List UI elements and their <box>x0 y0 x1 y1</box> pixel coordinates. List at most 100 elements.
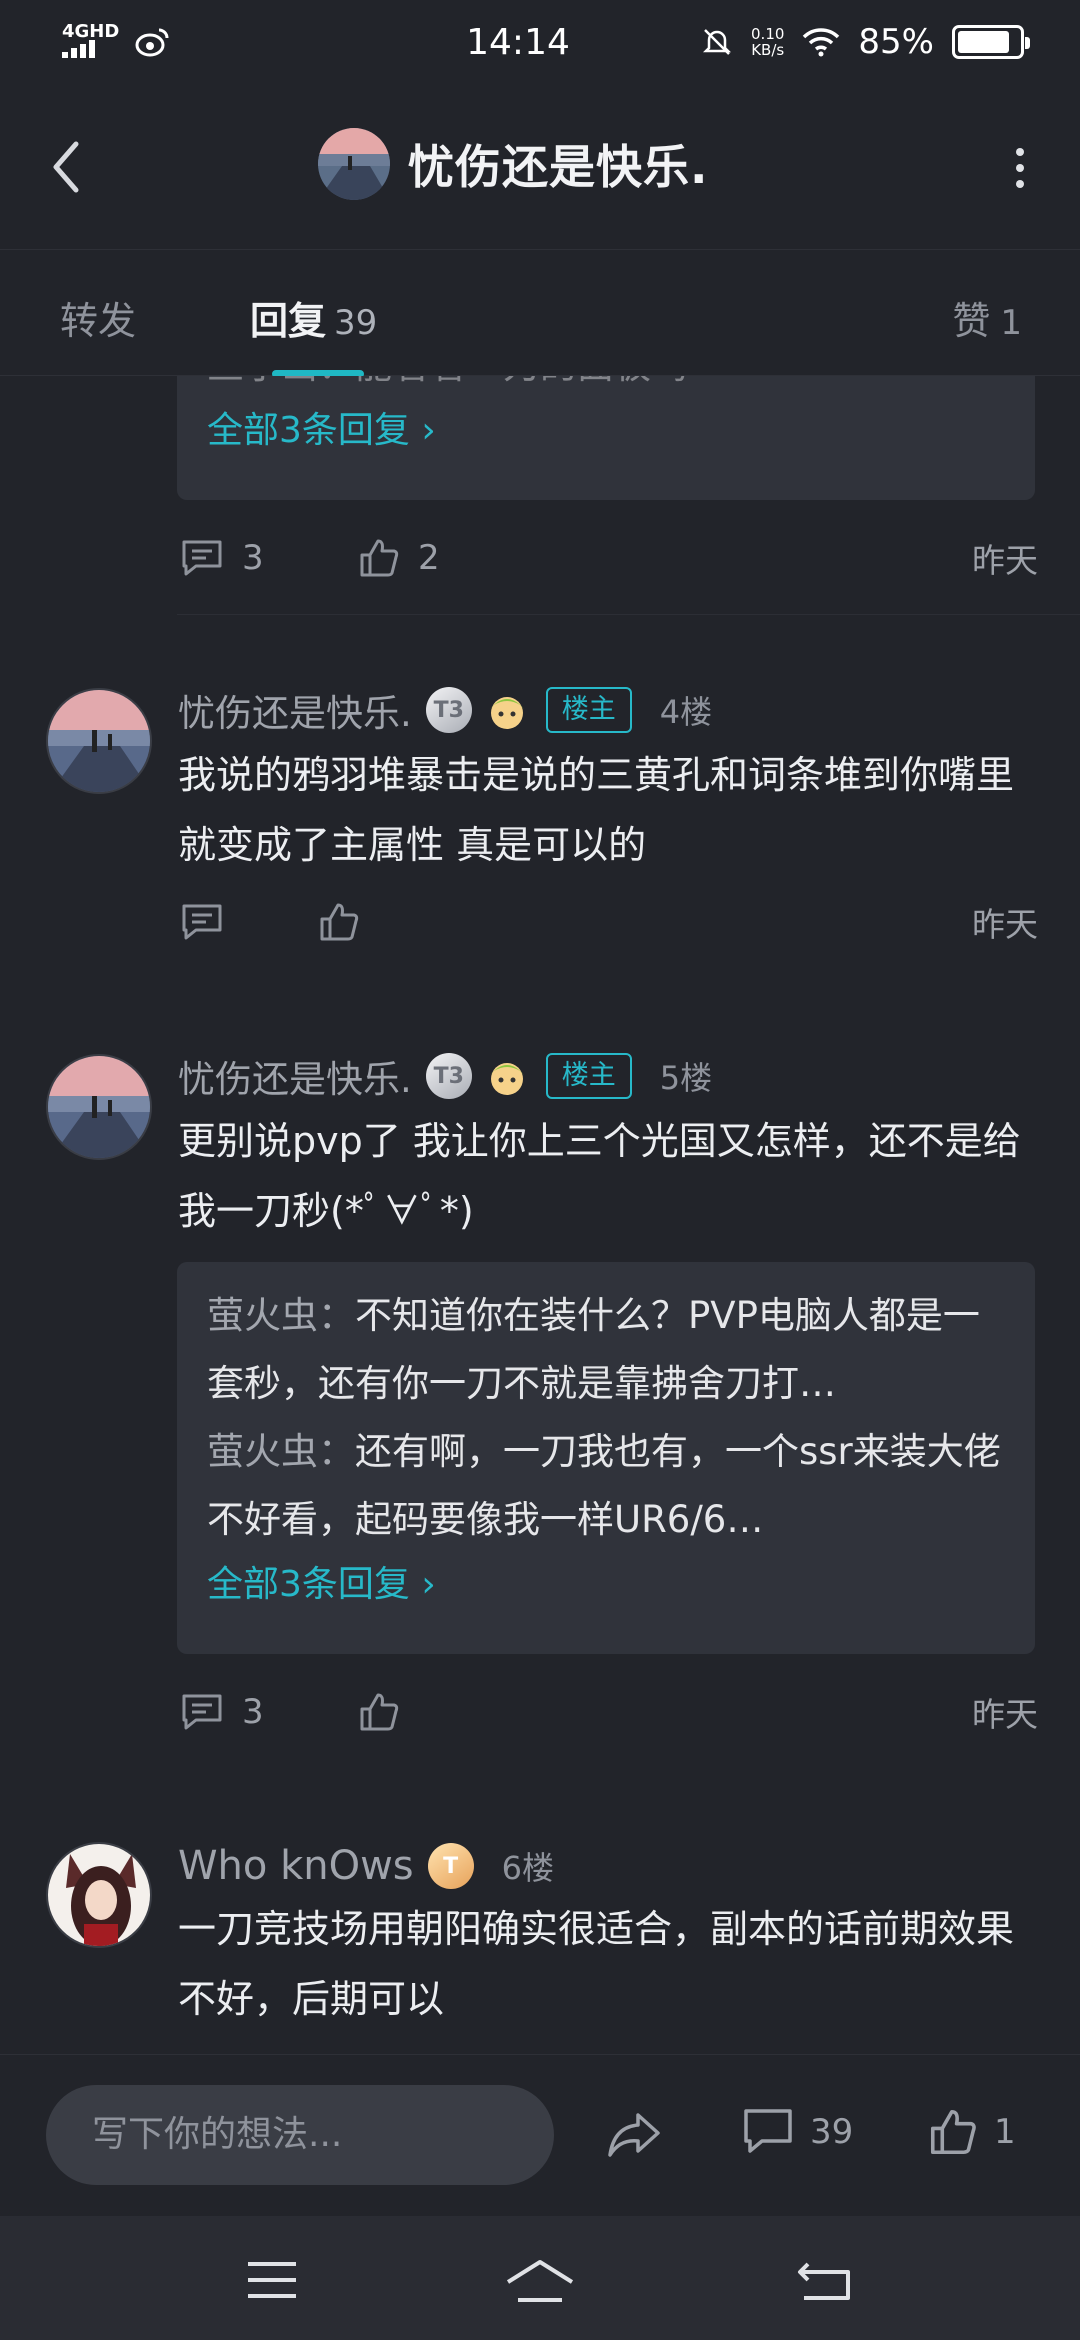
reply-line: 鱼小山：能看看一刀的面板吗 <box>207 376 1005 400</box>
share-button[interactable] <box>606 2109 662 2161</box>
comment-count: 3 <box>242 538 264 578</box>
tab-reply-label: 回复 <box>250 299 327 343</box>
comment-icon <box>182 540 222 576</box>
more-menu-icon[interactable] <box>1008 144 1032 192</box>
clock: 14:14 <box>466 21 570 63</box>
author-avatar[interactable] <box>318 128 390 200</box>
commenter-name[interactable]: Who knOws <box>178 1843 414 1889</box>
like-button[interactable] <box>358 1691 418 1733</box>
level-badge: T <box>427 1843 474 1889</box>
comment-text: 一刀竞技场用朝阳确实很适合，副本的话前期效果不好，后期可以 <box>178 1907 1015 2021</box>
comment-time: 昨天 <box>972 905 1038 944</box>
tab-like[interactable]: 赞1 <box>952 290 1022 345</box>
comment-actions: 3 2 昨天 <box>180 528 1038 588</box>
avatar-image <box>48 1844 150 1946</box>
reply-separator: ： <box>318 1294 355 1337</box>
avatar-image <box>318 128 390 200</box>
comment-actions: 昨天 <box>180 892 1038 952</box>
speed-value: 0.10 <box>751 25 785 43</box>
comment-icon <box>744 2109 792 2153</box>
comment-input[interactable]: 写下你的想法... <box>46 2085 554 2185</box>
battery-icon <box>952 25 1030 59</box>
back-button[interactable] <box>40 134 96 200</box>
tab-forward-label: 转发 <box>60 299 137 343</box>
battery-fill <box>958 31 1009 53</box>
level-badge: T3 <box>425 1053 472 1099</box>
comment-time: 昨天 <box>972 541 1038 580</box>
view-all-replies-link[interactable]: 全部3条回复 › <box>207 1554 1005 1616</box>
divider <box>177 614 1080 615</box>
comment-text: 我说的鸦羽堆暴击是说的三黄孔和词条堆到你嘴里就变成了主属性 真是可以的 <box>178 753 1015 867</box>
comment-icon <box>182 904 222 940</box>
owner-badge: 楼主 <box>545 1053 632 1099</box>
thumbs-up-icon <box>930 2109 976 2155</box>
home-icon[interactable] <box>504 2258 576 2306</box>
comment-icon <box>182 1694 222 1730</box>
commenter-avatar[interactable] <box>46 688 152 794</box>
thumbs-up-icon <box>320 903 359 941</box>
comment-button[interactable]: 3 <box>180 1692 358 1732</box>
avatar-image <box>48 690 150 792</box>
status-right: 0.10 KB/s 85% <box>664 22 1030 62</box>
reply-author[interactable]: 萤火虫 <box>207 1430 318 1473</box>
comment-text: 更别说pvp了 我让你上三个光国又怎样，还不是给我一刀秒(*ﾟ∀ﾟ*) <box>178 1119 1021 1233</box>
comment-feed[interactable]: 鱼小山：能看看一刀的面板吗 全部3条回复 › 3 2 昨天 <box>0 376 1080 2052</box>
system-nav-bar <box>0 2216 1080 2340</box>
view-all-replies-link[interactable]: 全部3条回复 › <box>207 400 1005 462</box>
thumbs-up-icon <box>360 1693 399 1731</box>
commenter-name[interactable]: 忧伤还是快乐. <box>178 683 412 737</box>
emoji-badge-icon <box>489 697 524 729</box>
post-author[interactable]: 忧伤还是快乐. <box>318 128 708 200</box>
comment-time: 昨天 <box>972 1695 1038 1734</box>
commenter-avatar[interactable] <box>46 1054 152 1160</box>
network-type: 4GHD <box>62 20 120 42</box>
tab-reply[interactable]: 回复 39 <box>250 290 377 345</box>
reply-preview-box[interactable]: 萤火虫：不知道你在装什么？PVP电脑人都是一套秒，还有你一刀不就是靠拂舍刀打… … <box>177 1262 1035 1654</box>
bell-muted-icon <box>702 29 732 55</box>
tab-like-count: 1 <box>1000 303 1022 343</box>
comment-header: 忧伤还是快乐. T3 楼主 4楼 <box>178 682 712 738</box>
menu-icon[interactable] <box>244 2258 300 2302</box>
nav-bar: 忧伤还是快乐. <box>0 84 1080 250</box>
comment-button[interactable]: 3 <box>180 538 358 578</box>
like-count: 2 <box>418 538 440 578</box>
page-title: 忧伤还是快乐. <box>408 140 709 194</box>
like-post-button[interactable]: 1 <box>928 2107 1016 2157</box>
comment-count: 3 <box>242 1692 264 1732</box>
commenter-name[interactable]: 忧伤还是快乐. <box>178 1049 412 1103</box>
status-left: 4GHD <box>62 20 402 61</box>
like-button[interactable] <box>318 901 378 943</box>
tab-like-label: 赞 <box>952 299 991 343</box>
bottom-action-bar: 写下你的想法... 39 1 <box>0 2054 1080 2216</box>
like-button[interactable]: 2 <box>358 537 440 579</box>
like-total: 1 <box>994 2112 1016 2152</box>
wifi-icon <box>803 28 840 57</box>
avatar-image <box>48 1056 150 1158</box>
floor-number: 5楼 <box>659 1059 713 1097</box>
floor-number: 6楼 <box>501 1849 555 1887</box>
comments-button[interactable]: 39 <box>742 2107 853 2157</box>
tab-reply-count: 39 <box>334 303 378 343</box>
tab-forward[interactable]: 转发 <box>60 290 136 345</box>
reply-line: 萤火虫：还有啊，一刀我也有，一个ssr来装大佬不好看，起码要像我一样UR6/6… <box>207 1418 1005 1554</box>
comment-total: 39 <box>810 2112 854 2152</box>
status-bar: 4GHD 14:14 0.10 KB/s 85% <box>0 0 1080 84</box>
reply-line: 萤火虫：不知道你在装什么？PVP电脑人都是一套秒，还有你一刀不就是靠拂舍刀打… <box>207 1282 1005 1418</box>
reply-author[interactable]: 萤火虫 <box>207 1294 318 1337</box>
speed-unit: KB/s <box>751 41 785 59</box>
weibo-icon <box>135 28 169 57</box>
reply-separator: ： <box>318 1430 355 1473</box>
back-nav-icon[interactable] <box>796 2258 852 2302</box>
comment-button[interactable] <box>180 902 318 942</box>
signal-indicator: 4GHD <box>62 20 120 61</box>
comment-header: 忧伤还是快乐. T3 楼主 5楼 <box>178 1048 712 1104</box>
emoji-badge-icon <box>489 1063 524 1095</box>
floor-number: 4楼 <box>659 693 713 731</box>
tab-bar: 转发 回复 39 赞1 <box>0 252 1080 378</box>
network-speed: 0.10 KB/s <box>751 26 784 58</box>
commenter-avatar[interactable] <box>46 1842 152 1948</box>
owner-badge: 楼主 <box>545 687 632 733</box>
comment-header: Who knOws T 6楼 <box>178 1838 554 1894</box>
reply-preview-box[interactable]: 鱼小山：能看看一刀的面板吗 全部3条回复 › <box>177 376 1035 500</box>
comment-actions: 3 昨天 <box>180 1682 1038 1742</box>
